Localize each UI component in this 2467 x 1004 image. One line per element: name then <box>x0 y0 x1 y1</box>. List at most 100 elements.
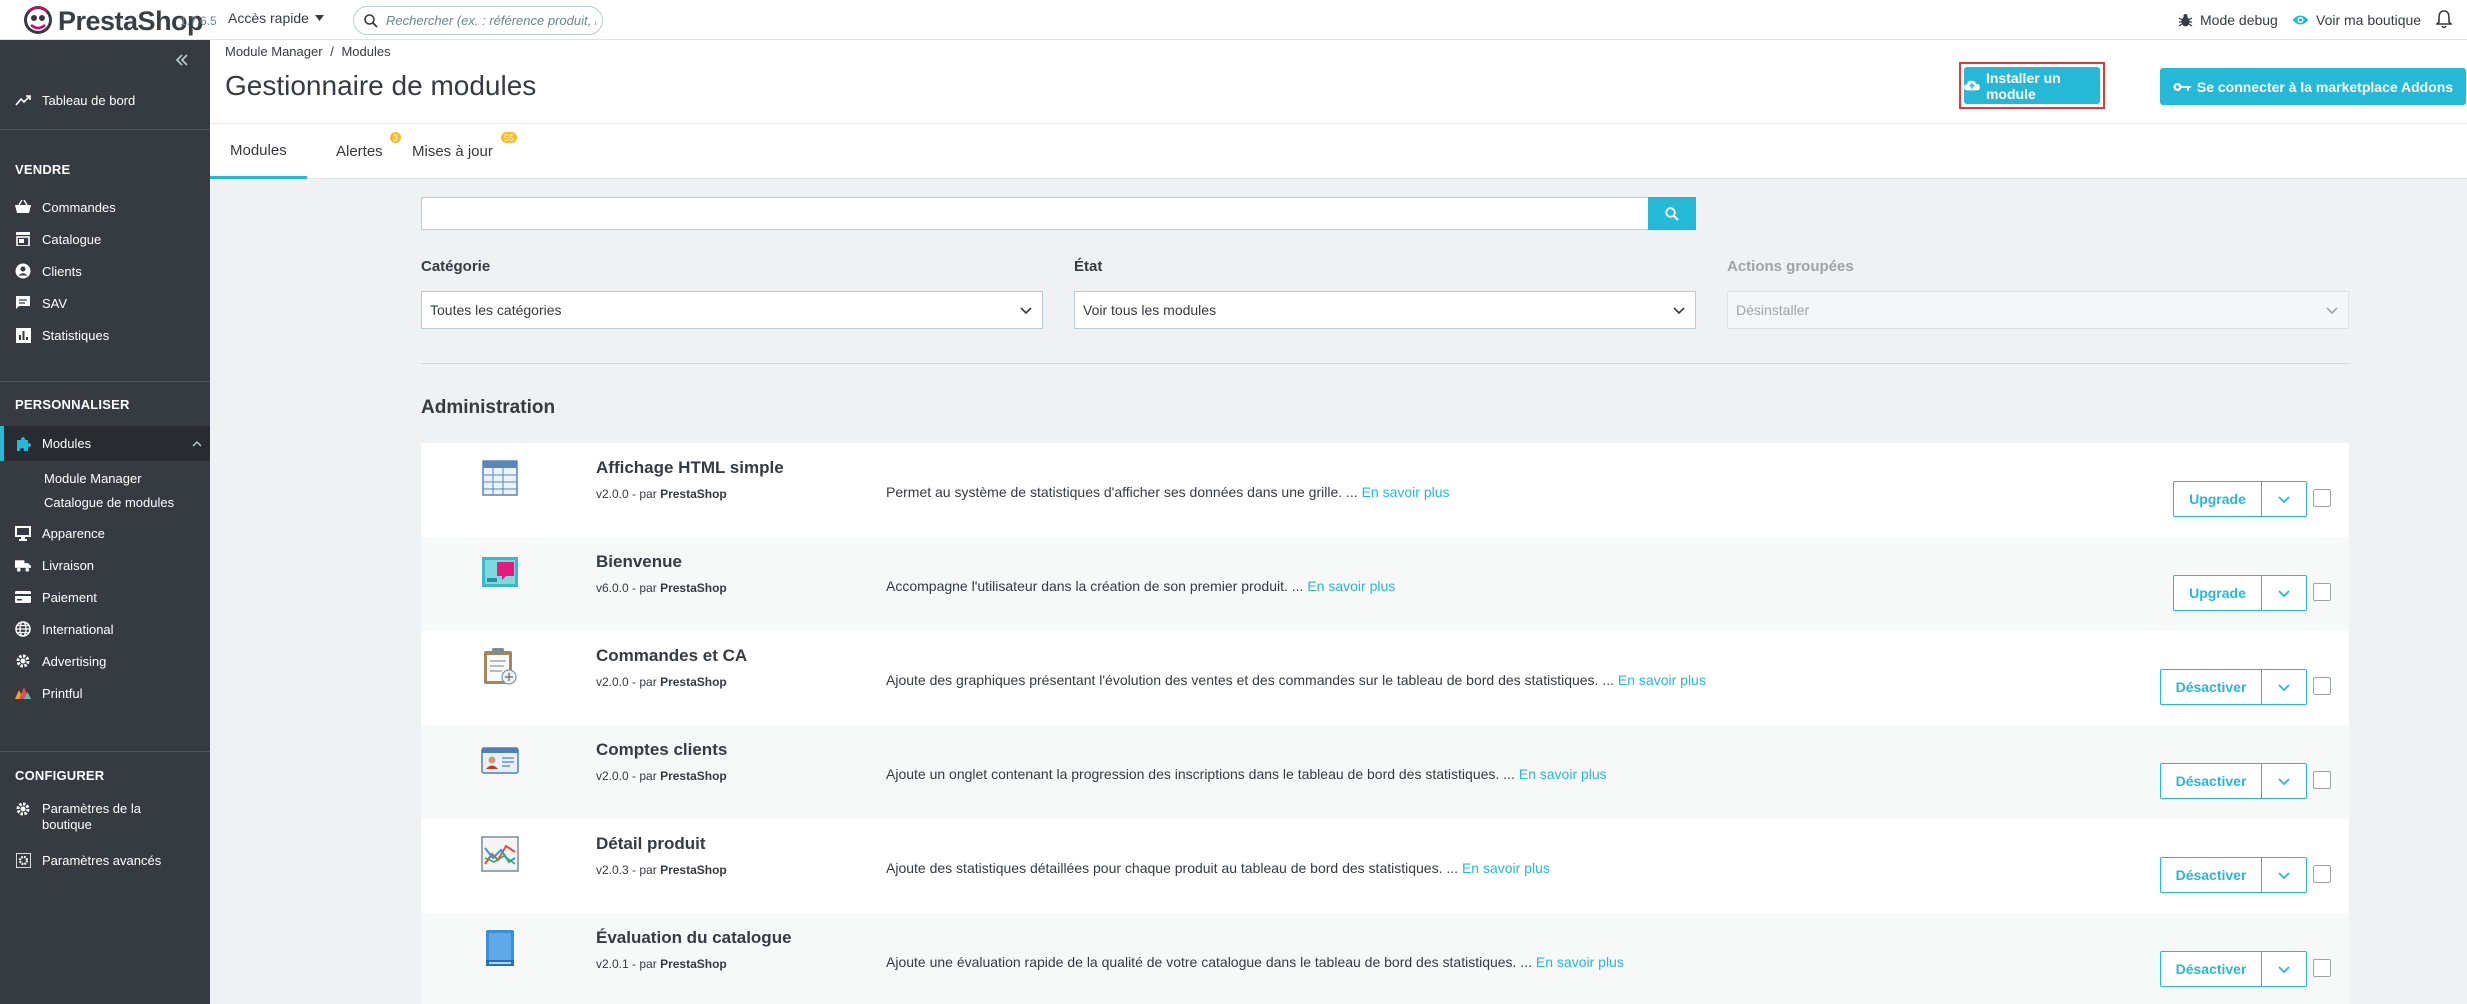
module-actions-dropdown[interactable] <box>2262 857 2307 893</box>
module-actions-dropdown[interactable] <box>2262 763 2307 799</box>
chevron-down-icon <box>2278 777 2290 785</box>
global-search-input[interactable] <box>386 13 596 28</box>
chevron-down-icon <box>2278 871 2290 879</box>
sidebar-item-label: Livraison <box>42 557 95 573</box>
module-select-checkbox[interactable] <box>2313 583 2331 601</box>
module-select-checkbox[interactable] <box>2313 771 2331 789</box>
line-chart-icon <box>481 836 519 872</box>
account-circle-icon <box>15 263 31 279</box>
module-search-input[interactable] <box>422 198 1648 229</box>
read-more-link[interactable]: En savoir plus <box>1307 578 1395 594</box>
key-icon <box>2173 82 2191 91</box>
module-actions: Désactiver <box>2160 763 2307 799</box>
module-author: PrestaShop <box>660 581 727 595</box>
sidebar-item-orders[interactable]: Commandes <box>0 192 210 222</box>
module-actions-dropdown[interactable] <box>2262 481 2307 517</box>
module-list: Affichage HTML simple v2.0.0 - par Prest… <box>421 443 2349 1004</box>
module-author: PrestaShop <box>660 957 727 971</box>
sidebar-item-printful[interactable]: Printful <box>0 678 210 708</box>
breadcrumb-item-modules[interactable]: Modules <box>341 44 390 59</box>
read-more-link[interactable]: En savoir plus <box>1362 484 1450 500</box>
module-meta: v2.0.0 - par PrestaShop <box>596 675 727 689</box>
upgrade-button[interactable]: Upgrade <box>2173 575 2262 611</box>
sidebar-divider <box>0 129 210 130</box>
read-more-link[interactable]: En savoir plus <box>1519 766 1607 782</box>
sidebar-item-shop-parameters[interactable]: Paramètres de la boutique <box>0 798 210 838</box>
module-version: v2.0.3 <box>596 863 629 877</box>
sidebar-item-label: Advertising <box>42 653 107 669</box>
read-more-link[interactable]: En savoir plus <box>1536 954 1624 970</box>
sidebar-item-advertising[interactable]: Advertising <box>0 646 210 676</box>
sidebar-item-customers[interactable]: Clients <box>0 256 210 286</box>
sidebar-subitem-module-catalog[interactable]: Catalogue de modules <box>44 495 174 510</box>
collapse-sidebar-icon[interactable] <box>172 50 192 70</box>
read-more-link[interactable]: En savoir plus <box>1462 860 1550 876</box>
disable-button[interactable]: Désactiver <box>2160 669 2262 705</box>
sidebar-item-customer-service[interactable]: SAV <box>0 288 210 318</box>
sidebar-item-appearance[interactable]: Apparence <box>0 518 210 548</box>
bulk-actions-select[interactable]: Désinstaller <box>1727 291 2349 329</box>
grid-table-icon <box>482 460 518 496</box>
module-actions-dropdown[interactable] <box>2262 669 2307 705</box>
debug-mode-link[interactable]: Mode debug <box>2178 12 2278 28</box>
addons-connect-button[interactable]: Se connecter à la marketplace Addons <box>2160 68 2466 105</box>
version-label: 1.7.6.5 <box>180 14 217 28</box>
breadcrumb-item-module-manager[interactable]: Module Manager <box>225 44 323 59</box>
sidebar-item-dashboard[interactable]: Tableau de bord <box>0 85 210 115</box>
module-actions-dropdown[interactable] <box>2262 575 2307 611</box>
module-select-checkbox[interactable] <box>2313 959 2331 977</box>
sidebar-divider <box>0 381 210 382</box>
globe-icon <box>15 621 31 637</box>
module-meta: v2.0.1 - par PrestaShop <box>596 957 727 971</box>
notifications-bell-icon[interactable] <box>2436 10 2452 29</box>
prestashop-logo-icon[interactable] <box>23 5 53 35</box>
upgrade-button[interactable]: Upgrade <box>2173 481 2262 517</box>
module-select-checkbox[interactable] <box>2313 677 2331 695</box>
module-search-button[interactable] <box>1648 197 1696 230</box>
disable-button[interactable]: Désactiver <box>2160 763 2262 799</box>
module-description-text: Ajoute un onglet contenant la progressio… <box>886 766 1515 782</box>
tab-alerts[interactable]: Alertes 3 <box>326 124 402 179</box>
eye-icon <box>2292 15 2309 25</box>
module-row: Évaluation du catalogue v2.0.1 - par Pre… <box>421 913 2349 1004</box>
filters-divider <box>421 363 2349 364</box>
quick-access-dropdown[interactable]: Accès rapide <box>228 10 324 26</box>
bar-chart-icon <box>15 327 31 343</box>
view-shop-link[interactable]: Voir ma boutique <box>2292 12 2421 28</box>
sidebar-subitem-module-manager[interactable]: Module Manager <box>44 471 142 486</box>
module-author: PrestaShop <box>660 675 727 689</box>
trending-up-icon <box>15 92 31 108</box>
state-select[interactable]: Voir tous les modules <box>1074 291 1696 329</box>
category-select[interactable]: Toutes les catégories <box>421 291 1043 329</box>
module-meta: v2.0.0 - par PrestaShop <box>596 769 727 783</box>
sidebar-item-payment[interactable]: Paiement <box>0 582 210 612</box>
sidebar-item-statistics[interactable]: Statistiques <box>0 320 210 350</box>
sidebar-item-modules[interactable]: Modules <box>0 426 210 461</box>
sidebar-item-advanced-parameters[interactable]: Paramètres avancés <box>0 845 210 875</box>
module-author: PrestaShop <box>660 487 727 501</box>
module-search-field[interactable] <box>421 197 1648 230</box>
module-version: v2.0.1 <box>596 957 629 971</box>
module-actions-dropdown[interactable] <box>2262 951 2307 987</box>
sidebar-item-international[interactable]: International <box>0 614 210 644</box>
page-header: Module Manager / Modules Gestionnaire de… <box>210 40 2467 123</box>
global-search[interactable] <box>353 6 603 35</box>
module-version: v2.0.0 <box>596 487 629 501</box>
module-select-checkbox[interactable] <box>2313 865 2331 883</box>
module-select-checkbox[interactable] <box>2313 489 2331 507</box>
disable-button[interactable]: Désactiver <box>2160 951 2262 987</box>
tab-updates[interactable]: Mises à jour 55 <box>402 124 518 179</box>
state-filter-label: État <box>1074 258 1103 275</box>
chevron-down-icon <box>2326 306 2338 314</box>
chevron-up-icon <box>192 440 202 446</box>
module-row: Affichage HTML simple v2.0.0 - par Prest… <box>421 443 2349 537</box>
module-description: Ajoute des graphiques présentant l'évolu… <box>886 672 1706 688</box>
sidebar-item-shipping[interactable]: Livraison <box>0 550 210 580</box>
tab-modules[interactable]: Modules <box>210 124 307 179</box>
by-label: par <box>639 769 657 783</box>
read-more-link[interactable]: En savoir plus <box>1618 672 1706 688</box>
disable-button[interactable]: Désactiver <box>2160 857 2262 893</box>
sidebar-item-catalog[interactable]: Catalogue <box>0 224 210 254</box>
install-module-button[interactable]: Installer un module <box>1964 67 2100 104</box>
chevron-down-icon <box>1673 306 1685 314</box>
